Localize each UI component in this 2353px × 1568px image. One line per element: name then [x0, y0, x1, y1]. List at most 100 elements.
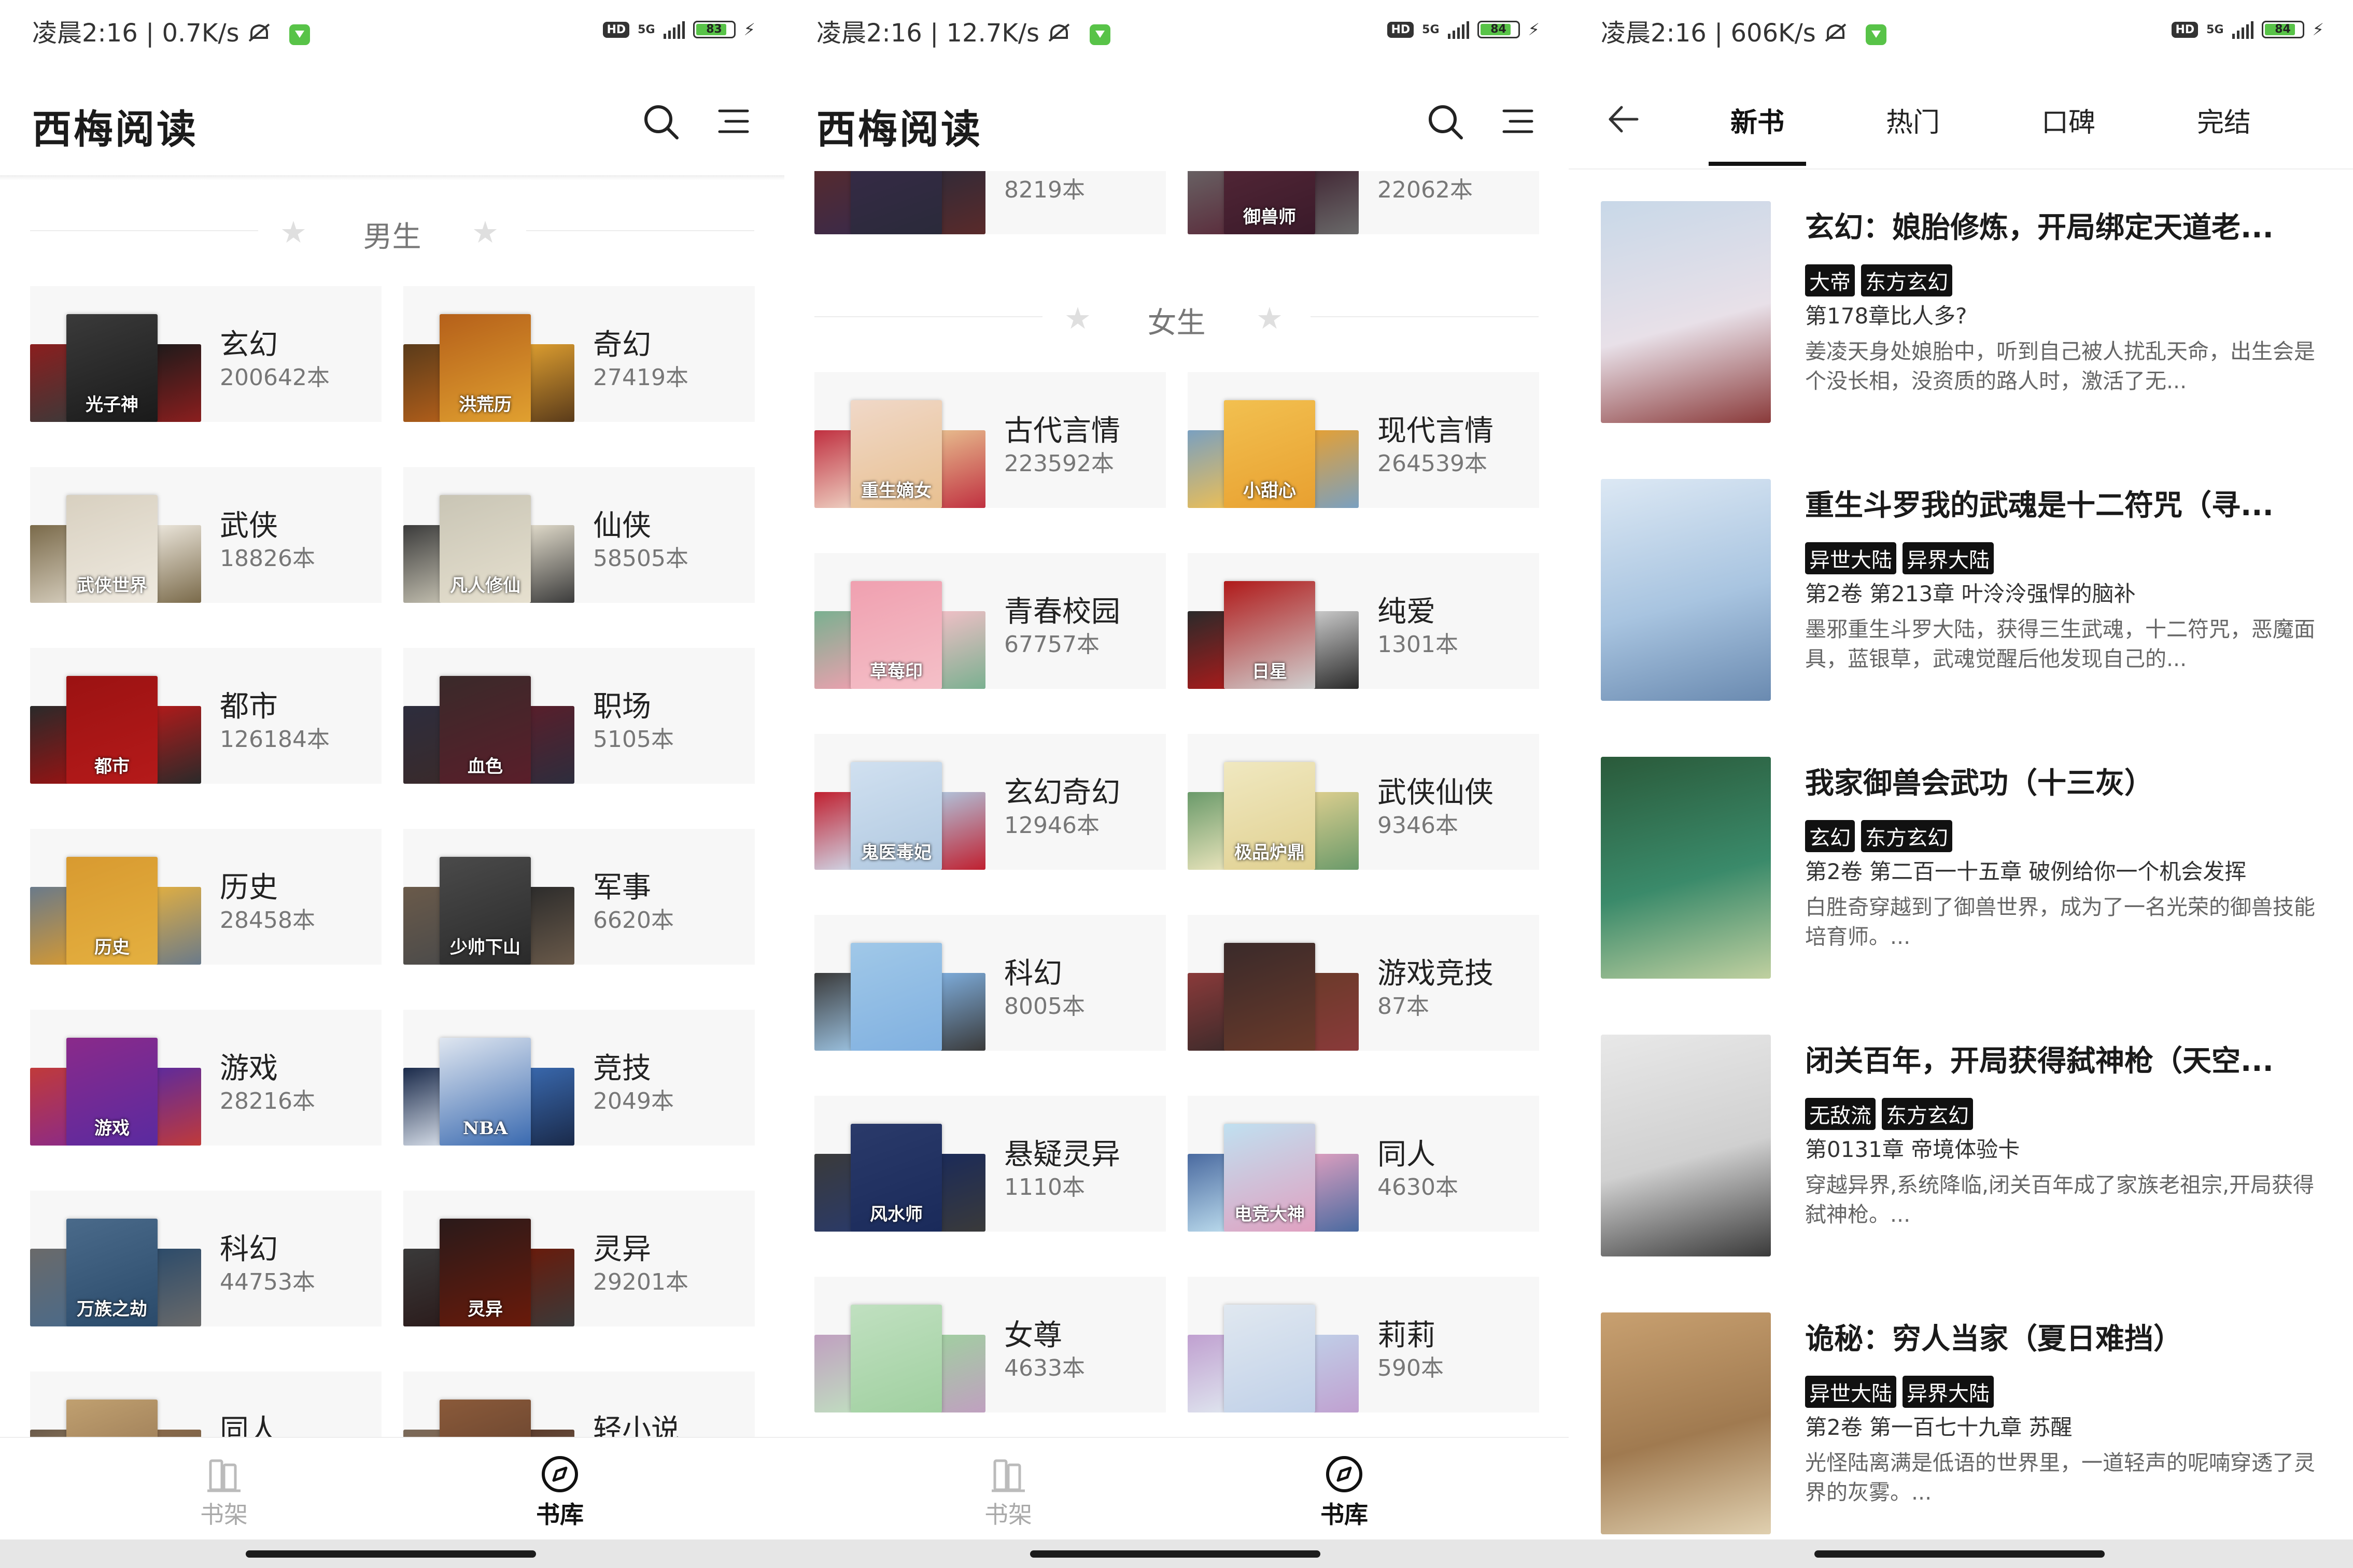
- category-count: 5105本: [593, 726, 674, 753]
- book-cover: 风水师: [851, 1124, 942, 1232]
- download-icon: [289, 24, 311, 45]
- cover-stack: [814, 915, 985, 1051]
- category-count: 8219本: [1004, 177, 1085, 203]
- category-card[interactable]: 日星 纯爱 1301本: [1188, 553, 1539, 689]
- category-count: 264539本: [1377, 450, 1487, 477]
- category-card[interactable]: 都市 都市 126184本: [30, 648, 382, 784]
- search-icon[interactable]: [638, 98, 684, 145]
- category-card[interactable]: 灵异 灵异 29201本: [403, 1191, 755, 1326]
- category-name: 玄幻: [220, 328, 278, 362]
- tab-finished[interactable]: 完结: [2162, 101, 2286, 139]
- book-cover: 光子神: [66, 314, 158, 422]
- category-name: 莉莉: [1377, 1319, 1435, 1352]
- tab-bar: 新书 热门 口碑 完结: [1569, 67, 2353, 169]
- category-card[interactable]: 重生嫡女 古代言情 223592本: [814, 372, 1166, 508]
- mute-icon: [1824, 20, 1851, 49]
- book-cover: 灵异: [440, 1219, 531, 1326]
- category-count: 590本: [1377, 1355, 1444, 1381]
- section-header-female: ★ 女生 ★: [814, 293, 1539, 340]
- category-name: 青春校园: [1004, 595, 1120, 629]
- section-label: 女生: [1147, 306, 1206, 340]
- category-card[interactable]: 游戏竞技 87本: [1188, 915, 1539, 1051]
- genre-tag: 东方玄幻: [1861, 264, 1952, 296]
- category-count: 27419本: [593, 364, 688, 391]
- home-indicator[interactable]: [1814, 1550, 2105, 1558]
- nav-shelf[interactable]: 书架: [931, 1438, 1086, 1542]
- category-card[interactable]: 洪荒历 奇幻 27419本: [403, 286, 755, 422]
- status-right: HD 5G 84 ⚡: [1387, 18, 1540, 41]
- menu-icon[interactable]: [1495, 98, 1541, 145]
- hd-badge: HD: [603, 21, 630, 38]
- category-name: 灵异: [593, 1233, 651, 1266]
- status-net-speed: 12.7K/s: [946, 19, 1040, 48]
- battery-icon: 83: [693, 21, 736, 38]
- home-indicator[interactable]: [246, 1550, 536, 1558]
- book-cover: 重生嫡女: [851, 400, 942, 508]
- category-card[interactable]: 女尊 4633本: [814, 1277, 1166, 1412]
- cover-title: 游戏: [94, 1118, 130, 1139]
- tab-praise[interactable]: 口碑: [2006, 101, 2131, 139]
- category-card[interactable]: 小甜心 现代言情 264539本: [1188, 372, 1539, 508]
- book-cover: 少帅下山: [440, 857, 531, 965]
- category-card[interactable]: 莉莉 590本: [1188, 1277, 1539, 1412]
- category-count: 44753本: [220, 1269, 315, 1295]
- category-card[interactable]: 科幻 8005本: [814, 915, 1166, 1051]
- download-icon: [1089, 24, 1110, 45]
- category-card[interactable]: 万族之劫 科幻 44753本: [30, 1191, 382, 1326]
- category-card[interactable]: 电竞大神 同人 4630本: [1188, 1096, 1539, 1232]
- cover-title: 鬼医毒妃: [861, 842, 932, 863]
- tab-new[interactable]: 新书: [1695, 101, 1820, 139]
- cover-stack: 少帅下山: [403, 829, 574, 965]
- category-card[interactable]: 草莓印 青春校园 67757本: [814, 553, 1166, 689]
- nav-store[interactable]: 书库: [1266, 1438, 1422, 1542]
- cover-stack: 鬼医毒妃: [814, 734, 985, 870]
- book-cover: 小甜心: [1224, 400, 1315, 508]
- category-card[interactable]: NBA 竞技 2049本: [403, 1010, 755, 1146]
- cover-stack: 重生嫡女: [814, 372, 985, 508]
- app-bar-shadow: [0, 175, 784, 180]
- cover-title: 灵异: [468, 1299, 503, 1320]
- app-title: 西梅阅读: [816, 106, 982, 152]
- category-card[interactable]: 少帅下山 军事 6620本: [403, 829, 755, 965]
- category-card[interactable]: 凡人修仙 仙侠 58505本: [403, 467, 755, 603]
- cover-stack: 武侠世界: [30, 467, 201, 603]
- category-card[interactable]: 武侠世界 武侠 18826本: [30, 467, 382, 603]
- status-net-speed: 0.7K/s: [162, 19, 239, 48]
- home-indicator[interactable]: [1030, 1550, 1320, 1558]
- menu-icon[interactable]: [710, 98, 757, 145]
- book-title: 玄幻：娘胎修炼，开局绑定天道老...: [1805, 211, 2274, 245]
- tab-hot[interactable]: 热门: [1851, 101, 1975, 139]
- section-header-male: ★ 男生 ★: [30, 207, 754, 254]
- compass-icon: [1323, 1453, 1365, 1495]
- category-count: 223592本: [1004, 450, 1114, 477]
- nav-store[interactable]: 书库: [482, 1438, 638, 1542]
- book-cover: 电竞大神: [1224, 1124, 1315, 1232]
- nav-shelf[interactable]: 书架: [146, 1438, 302, 1542]
- book-item[interactable]: 重生斗罗我的武魂是十二符咒（寻... 异世大陆 异界大陆 第2卷 第213章 叶泠泠强…: [1601, 479, 2332, 712]
- book-item[interactable]: 闭关百年，开局获得弑神枪（天空... 无敌流 东方玄幻 第0131章 帝境体验卡 穿越异…: [1601, 1035, 2332, 1268]
- category-count: 4630本: [1377, 1174, 1458, 1200]
- network-label: 5G: [2206, 23, 2224, 36]
- book-item[interactable]: 诡秘：穷人当家（夏日难挡） 异世大陆 异界大陆 第2卷 第一百七十九章 苏醒 光怪陆离满…: [1601, 1312, 2332, 1546]
- cover-title: 凡人修仙: [450, 575, 520, 596]
- search-icon[interactable]: [1422, 98, 1469, 145]
- book-item[interactable]: 我家御兽会武功（十三灰） 玄幻 东方玄幻 第2卷 第二百一十五章 破例给你一个机会发挥…: [1601, 757, 2332, 990]
- book-item[interactable]: 玄幻：娘胎修炼，开局绑定天道老... 大帝 东方玄幻 第178章比人多? 姜凌天身处娘胎…: [1601, 201, 2332, 434]
- cover-stack: 血色: [403, 648, 574, 784]
- category-card[interactable]: 游戏 游戏 28216本: [30, 1010, 382, 1146]
- category-count: 4633本: [1004, 1355, 1085, 1381]
- back-arrow-icon[interactable]: [1600, 96, 1646, 143]
- category-name: 历史: [220, 871, 278, 905]
- category-card[interactable]: 极品炉鼎 武侠仙侠 9346本: [1188, 734, 1539, 870]
- category-card[interactable]: 历史 历史 28458本: [30, 829, 382, 965]
- category-card[interactable]: 风水师 悬疑灵异 1110本: [814, 1096, 1166, 1232]
- cover-stack: 电竞大神: [1188, 1096, 1359, 1232]
- genre-tag: 异世大陆: [1805, 542, 1896, 574]
- cover-title: 光子神: [86, 394, 138, 415]
- category-card[interactable]: 血色 职场 5105本: [403, 648, 755, 784]
- category-card[interactable]: 鬼医毒妃 玄幻奇幻 12946本: [814, 734, 1166, 870]
- category-count: 6620本: [593, 907, 674, 934]
- book-cover: [1601, 1035, 1771, 1256]
- category-card[interactable]: 光子神 玄幻 200642本: [30, 286, 382, 422]
- category-name: 同人: [1377, 1138, 1435, 1171]
